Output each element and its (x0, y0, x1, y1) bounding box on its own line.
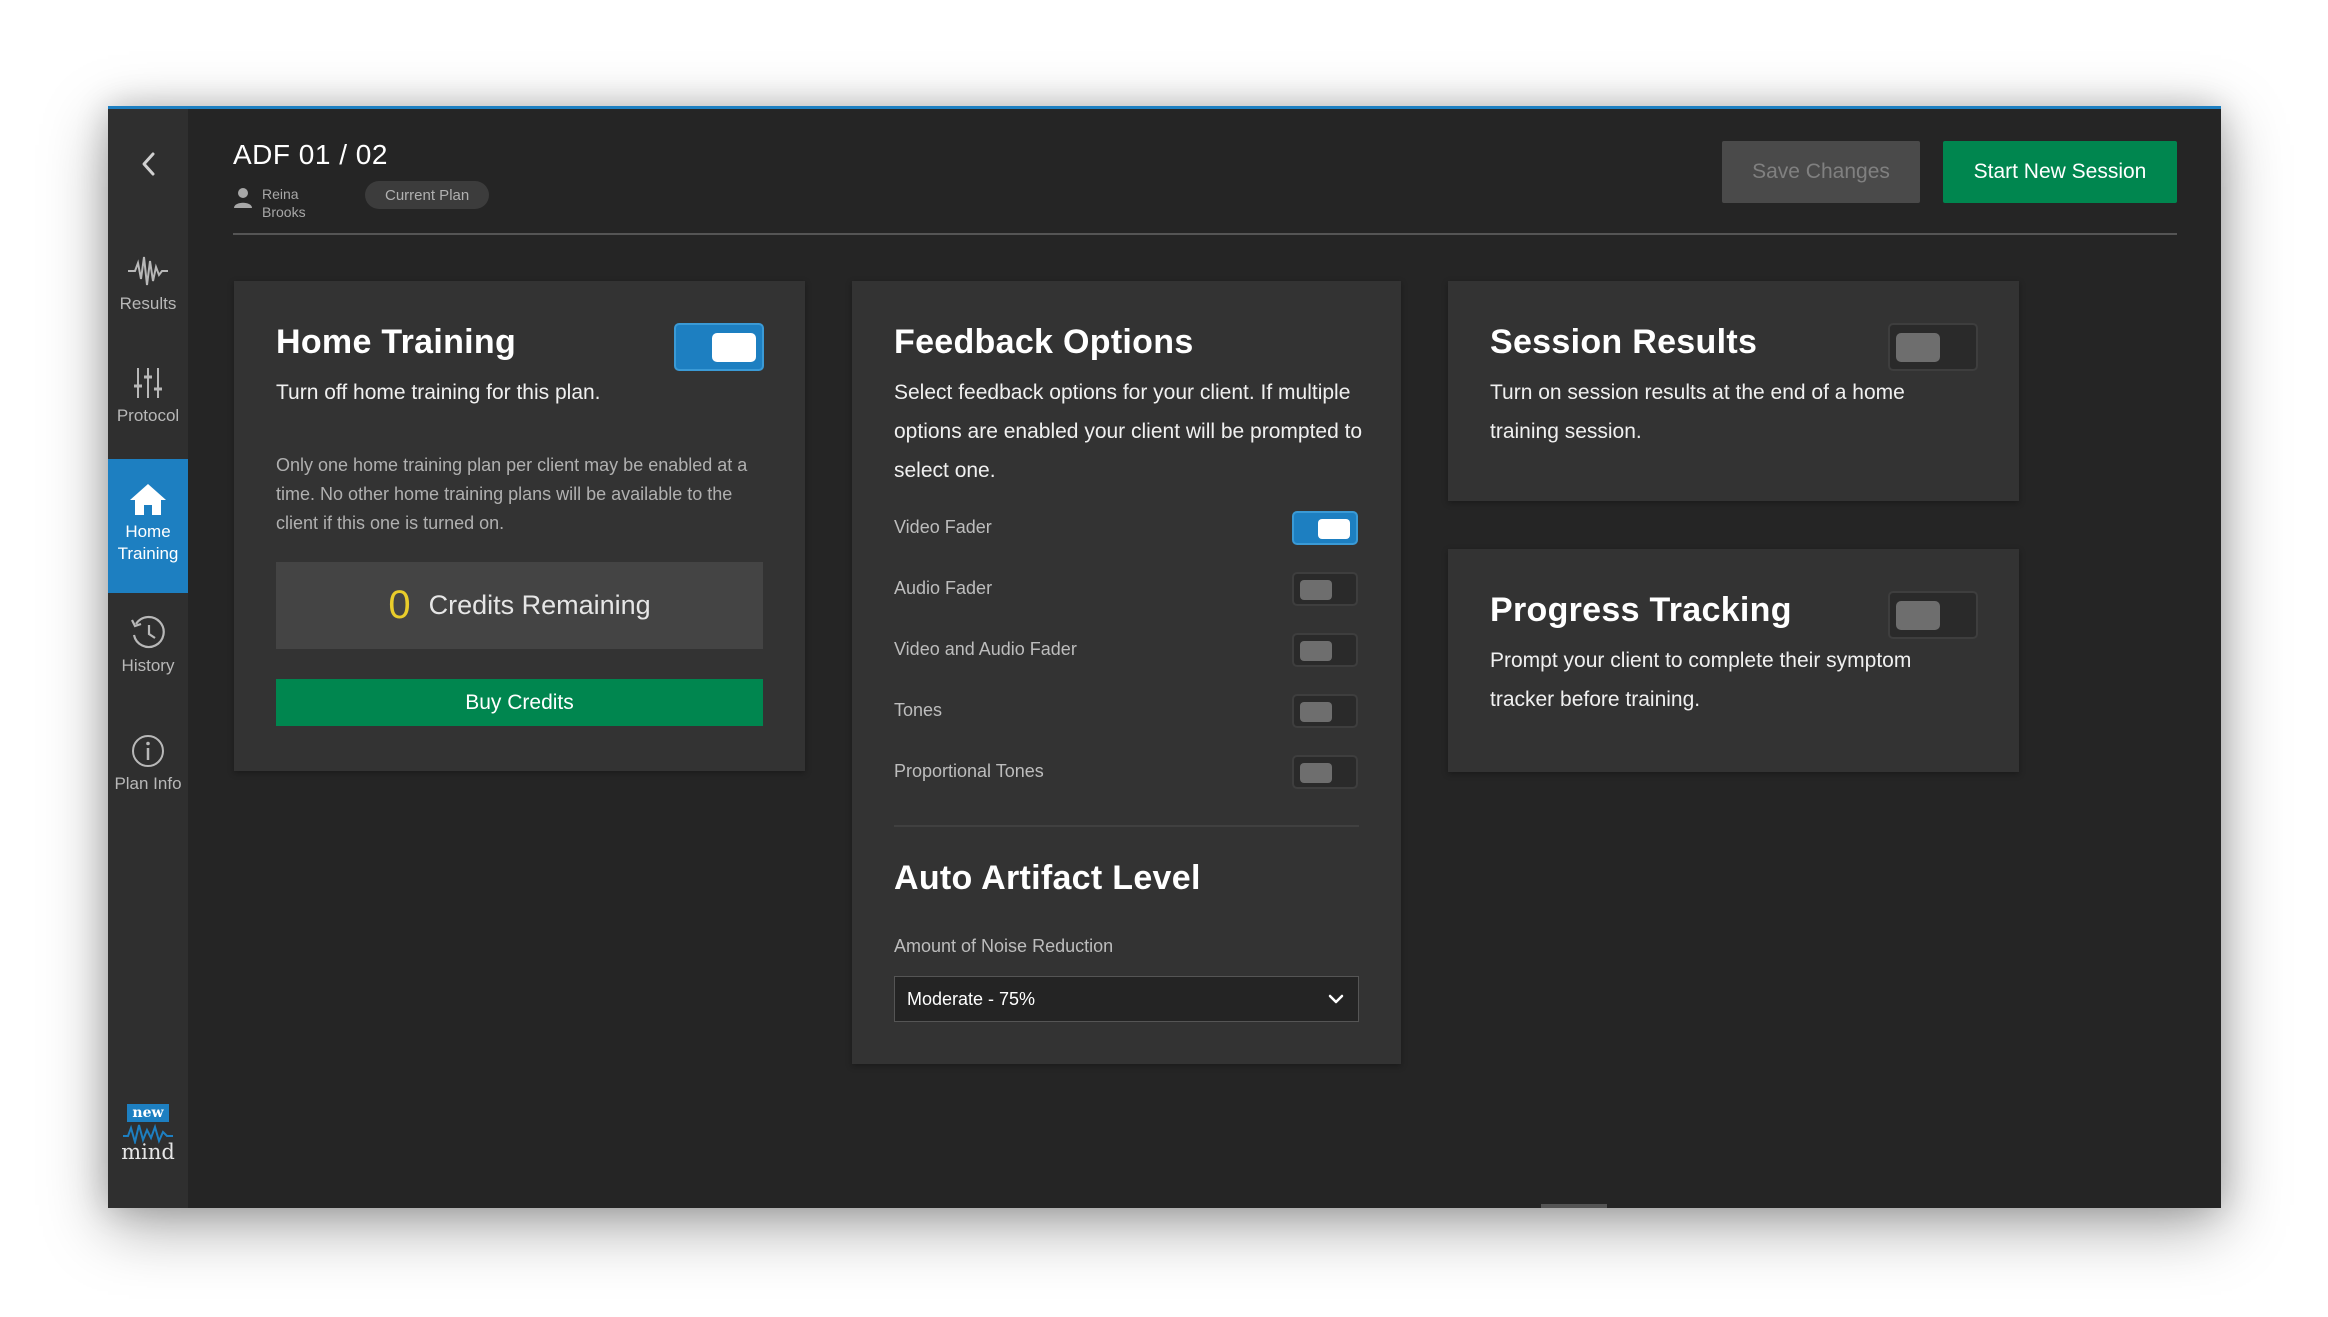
sidebar-item-label: Results (119, 294, 177, 313)
credits-count: 0 (388, 583, 411, 627)
noise-reduction-select[interactable]: Moderate - 75% (894, 976, 1359, 1022)
toggle-knob (1896, 333, 1940, 362)
progress-tracking-toggle[interactable] (1888, 591, 1978, 639)
history-icon (129, 611, 167, 655)
proportional-tones-toggle[interactable] (1292, 755, 1358, 789)
tones-toggle[interactable] (1292, 694, 1358, 728)
user-icon (234, 188, 252, 208)
credits-label: Credits Remaining (428, 590, 651, 620)
sliders-icon (133, 361, 163, 405)
toggle-knob (1300, 641, 1332, 661)
home-training-title: Home Training (276, 323, 517, 361)
chevron-down-icon (1328, 994, 1344, 1004)
sidebar-item-label: Home Training (117, 522, 179, 563)
progress-tracking-title: Progress Tracking (1490, 591, 1792, 629)
sidebar-item-label: Protocol (116, 406, 180, 425)
sidebar-item-results[interactable]: Results (108, 249, 188, 329)
auto-artifact-title: Auto Artifact Level (894, 859, 1201, 897)
video-audio-fader-toggle[interactable] (1292, 633, 1358, 667)
sidebar-item-protocol[interactable]: Protocol (108, 361, 188, 441)
logo-text-mind: mind (121, 1140, 175, 1164)
feedback-options-title: Feedback Options (894, 323, 1194, 361)
scroll-handle[interactable] (1541, 1204, 1607, 1208)
page-title: ADF 01 / 02 (233, 139, 388, 170)
toggle-knob (1300, 580, 1332, 600)
save-changes-button[interactable]: Save Changes (1722, 141, 1920, 203)
noise-reduction-value: Moderate - 75% (907, 988, 1036, 1009)
sidebar-item-home-training[interactable]: Home Training (108, 459, 188, 593)
sidebar-item-label: Plan Info (114, 774, 182, 793)
home-training-note: Only one home training plan per client m… (276, 455, 748, 533)
sidebar-item-history[interactable]: History (108, 611, 188, 691)
session-results-toggle[interactable] (1888, 323, 1978, 371)
toggle-knob (1896, 601, 1940, 630)
option-label-video-fader: Video Fader (894, 517, 992, 537)
waveform-icon (127, 249, 169, 293)
header: ADF 01 / 02 Reina Brooks Current Plan Sa… (233, 109, 2177, 235)
divider (894, 825, 1359, 827)
client-name: Reina Brooks (262, 186, 306, 220)
home-training-subtitle: Turn off home training for this plan. (276, 381, 601, 404)
session-results-title: Session Results (1490, 323, 1758, 361)
option-label-tones: Tones (894, 700, 943, 720)
back-button[interactable] (108, 139, 188, 189)
option-label-proportional-tones: Proportional Tones (894, 761, 1044, 781)
video-fader-toggle[interactable] (1292, 511, 1358, 545)
option-label-audio-fader: Audio Fader (894, 578, 993, 598)
start-new-session-button[interactable]: Start New Session (1943, 141, 2177, 203)
feedback-options-card: Feedback Options Select feedback options… (852, 281, 1401, 1064)
option-label-video-audio-fader: Video and Audio Fader (894, 639, 1077, 659)
credits-box: 0 Credits Remaining (276, 562, 763, 649)
session-results-description: Turn on session results at the end of a … (1490, 381, 1905, 443)
app-window: Results Protocol Home Training History P… (108, 106, 2221, 1208)
logo-text-new: new (127, 1104, 169, 1122)
info-icon (130, 729, 166, 773)
feedback-options-description: Select feedback options for your client.… (894, 381, 1363, 482)
status-badge: Current Plan (365, 181, 490, 209)
home-training-toggle[interactable] (674, 323, 764, 371)
toggle-knob (1300, 763, 1332, 783)
audio-fader-toggle[interactable] (1292, 572, 1358, 606)
home-training-card: Home Training Turn off home training for… (234, 281, 805, 771)
chevron-left-icon (142, 152, 155, 176)
toggle-knob (1300, 702, 1332, 722)
sidebar-item-label: History (121, 656, 175, 675)
toggle-knob (1318, 519, 1350, 539)
progress-tracking-card: Progress Tracking Prompt your client to … (1448, 549, 2019, 772)
session-results-card: Session Results Turn on session results … (1448, 281, 2019, 501)
home-icon (128, 477, 168, 521)
sidebar-item-plan-info[interactable]: Plan Info (108, 729, 188, 809)
toggle-knob (712, 333, 756, 362)
buy-credits-button[interactable]: Buy Credits (276, 679, 763, 726)
noise-reduction-label: Amount of Noise Reduction (894, 936, 1114, 956)
sidebar: Results Protocol Home Training History P… (108, 109, 188, 1208)
progress-tracking-description: Prompt your client to complete their sym… (1490, 649, 1912, 711)
newmind-logo: new mind (120, 1104, 176, 1164)
client-info: Reina Brooks (233, 185, 332, 221)
